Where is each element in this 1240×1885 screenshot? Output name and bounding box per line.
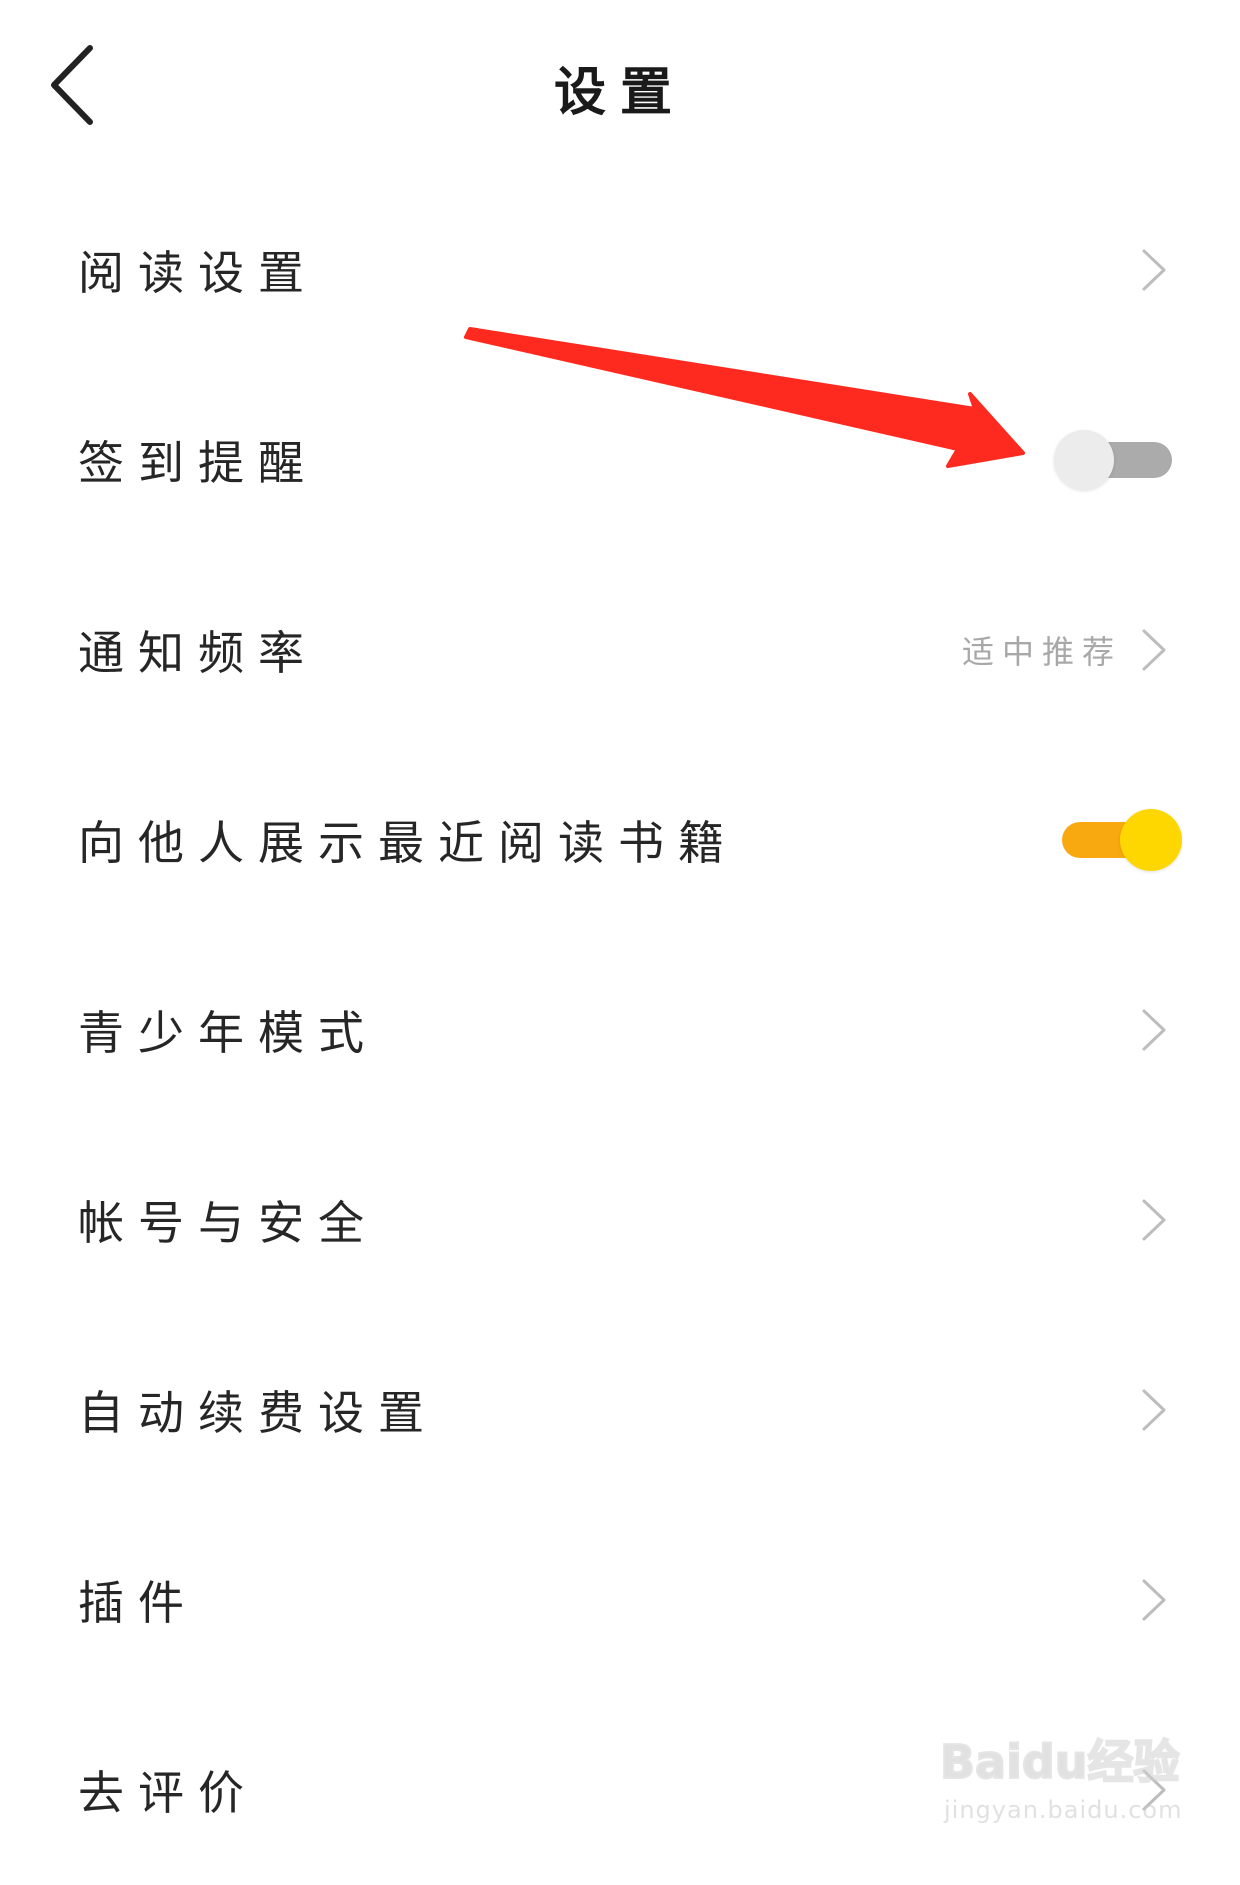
settings-list: 阅读设置 签到提醒 通知频率 适中推荐 向他人展示最近阅读书籍 青少年模式 帐号… [0, 175, 1240, 1885]
checkin-reminder-toggle[interactable] [1054, 430, 1172, 490]
toggle-knob [1054, 430, 1114, 490]
settings-row-label: 阅读设置 [78, 246, 318, 300]
watermark-url: jingyan.baidu.com [944, 1796, 1183, 1824]
page-title: 设置 [553, 63, 686, 123]
notification-frequency-value: 适中推荐 [961, 633, 1122, 671]
chevron-right-icon [1142, 249, 1166, 291]
settings-row-label: 帐号与安全 [78, 1196, 378, 1250]
settings-row-teen-mode[interactable]: 青少年模式 [0, 935, 1240, 1125]
chevron-right-icon [1142, 1389, 1166, 1431]
watermark-brand: Baidu经验 [939, 1734, 1181, 1790]
header-bar: 设置 [0, 0, 1240, 175]
chevron-right-icon [1142, 1009, 1166, 1051]
chevron-right-icon [1142, 629, 1166, 671]
settings-row-label: 去评价 [78, 1766, 258, 1820]
settings-row-label: 通知频率 [78, 626, 318, 680]
settings-row-auto-renew[interactable]: 自动续费设置 [0, 1315, 1240, 1505]
settings-row-label: 插件 [78, 1576, 198, 1630]
settings-row-notification-frequency[interactable]: 通知频率 适中推荐 [0, 555, 1240, 745]
chevron-right-icon [1142, 1579, 1166, 1621]
settings-row-account-security[interactable]: 帐号与安全 [0, 1125, 1240, 1315]
chevron-right-icon [1142, 1199, 1166, 1241]
settings-row-plugins[interactable]: 插件 [0, 1505, 1240, 1695]
show-recent-books-toggle[interactable] [1062, 809, 1182, 871]
settings-row-label: 签到提醒 [78, 436, 318, 490]
settings-row-label: 青少年模式 [78, 1006, 378, 1060]
toggle-knob [1120, 809, 1182, 871]
baidu-jingyan-watermark: Baidu经验 jingyan.baidu.com [939, 1716, 1183, 1836]
settings-row-checkin-reminder: 签到提醒 [0, 365, 1240, 555]
settings-row-label: 向他人展示最近阅读书籍 [78, 816, 738, 870]
settings-row-label: 自动续费设置 [78, 1386, 438, 1440]
settings-row-reading[interactable]: 阅读设置 [0, 175, 1240, 365]
settings-row-show-recent-books: 向他人展示最近阅读书籍 [0, 745, 1240, 935]
